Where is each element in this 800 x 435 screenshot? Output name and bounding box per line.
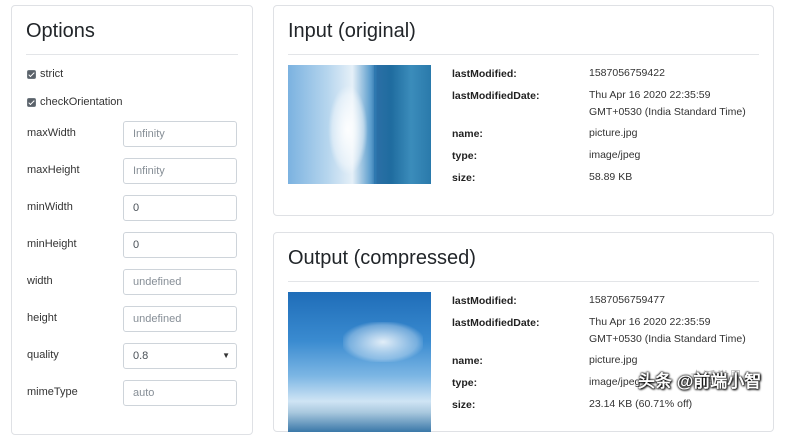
- max-height-input[interactable]: Infinity: [123, 158, 237, 184]
- input-name-key: name:: [452, 128, 483, 140]
- min-width-label: minWidth: [27, 201, 73, 213]
- strict-label: strict: [40, 68, 64, 80]
- max-width-input[interactable]: Infinity: [123, 121, 237, 147]
- output-last-modified-date-key: lastModifiedDate:: [452, 317, 540, 329]
- output-name-value: picture.jpg: [589, 354, 638, 366]
- output-type-value: image/jpeg: [589, 376, 641, 388]
- check-orientation-checkbox[interactable]: [27, 97, 36, 107]
- input-title: Input (original): [288, 20, 416, 42]
- output-last-modified-date-line2: GMT+0530 (India Standard Time): [589, 333, 746, 345]
- options-title-divider: [26, 54, 238, 55]
- options-panel: Options strict checkOrientation maxWidth…: [11, 5, 253, 435]
- input-last-modified-date-line2: GMT+0530 (India Standard Time): [589, 106, 746, 118]
- mime-type-label: mimeType: [27, 386, 78, 398]
- input-image-preview[interactable]: [288, 65, 431, 184]
- width-label: width: [27, 275, 53, 287]
- output-name-key: name:: [452, 355, 483, 367]
- input-last-modified-key: lastModified:: [452, 68, 517, 80]
- width-input[interactable]: undefined: [123, 269, 237, 295]
- min-height-label: minHeight: [27, 238, 77, 250]
- input-last-modified-date-line1: Thu Apr 16 2020 22:35:59: [589, 89, 711, 101]
- input-size-value: 58.89 KB: [589, 171, 633, 183]
- chevron-down-icon: ▼: [222, 351, 230, 360]
- output-type-key: type:: [452, 377, 478, 389]
- output-title: Output (compressed): [288, 247, 476, 269]
- options-title: Options: [26, 20, 95, 42]
- output-size-key: size:: [452, 399, 476, 411]
- input-last-modified-value: 1587056759422: [589, 67, 665, 79]
- input-type-key: type:: [452, 150, 478, 162]
- input-title-divider: [288, 54, 759, 55]
- input-last-modified-date-key: lastModifiedDate:: [452, 90, 540, 102]
- output-last-modified-key: lastModified:: [452, 295, 517, 307]
- input-name-value: picture.jpg: [589, 127, 638, 139]
- max-width-label: maxWidth: [27, 127, 76, 139]
- strict-checkbox[interactable]: [27, 69, 36, 79]
- input-size-key: size:: [452, 172, 476, 184]
- output-last-modified-value: 1587056759477: [589, 294, 665, 306]
- check-orientation-label: checkOrientation: [40, 96, 123, 108]
- output-image-preview[interactable]: [288, 292, 431, 432]
- output-panel: Output (compressed) lastModified: 158705…: [273, 232, 774, 432]
- watermark: 头条 @前端小智: [638, 372, 762, 391]
- output-size-value: 23.14 KB (60.71% off): [589, 398, 693, 410]
- height-label: height: [27, 312, 57, 324]
- output-title-divider: [288, 281, 759, 282]
- max-height-label: maxHeight: [27, 164, 80, 176]
- quality-select-value: 0.8: [133, 350, 149, 362]
- input-type-value: image/jpeg: [589, 149, 641, 161]
- min-width-input[interactable]: 0: [123, 195, 237, 221]
- height-input[interactable]: undefined: [123, 306, 237, 332]
- input-panel: Input (original) lastModified: 158705675…: [273, 5, 774, 216]
- quality-select[interactable]: 0.8 ▼: [123, 343, 237, 369]
- strict-checkbox-row[interactable]: strict: [27, 68, 63, 80]
- mime-type-input[interactable]: auto: [123, 380, 237, 406]
- quality-label: quality: [27, 349, 59, 361]
- output-last-modified-date-line1: Thu Apr 16 2020 22:35:59: [589, 316, 711, 328]
- check-orientation-checkbox-row[interactable]: checkOrientation: [27, 96, 123, 108]
- min-height-input[interactable]: 0: [123, 232, 237, 258]
